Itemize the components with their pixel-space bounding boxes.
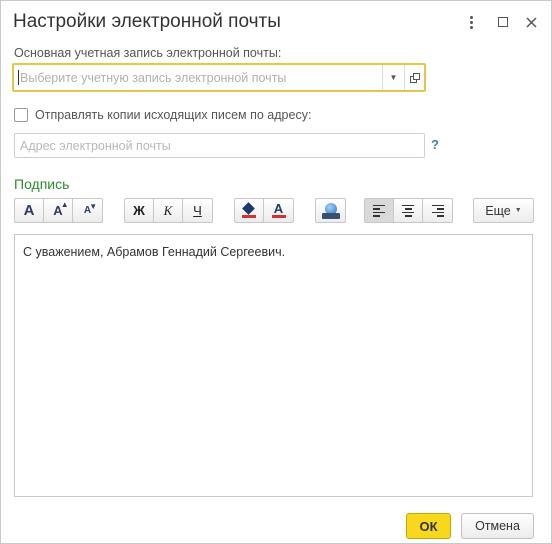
account-placeholder: Выберите учетную запись электронной почт… (20, 71, 287, 85)
dropdown-icon[interactable]: ▼ (382, 65, 404, 90)
align-left-button[interactable] (365, 199, 394, 222)
account-label: Основная учетная запись электронной почт… (14, 46, 282, 60)
help-link[interactable]: ? (431, 137, 439, 152)
cancel-button[interactable]: Отмена (461, 513, 534, 539)
text-color-icon: A (271, 202, 286, 219)
align-center-button[interactable] (394, 199, 423, 222)
bold-button[interactable]: Ж (125, 199, 154, 222)
copy-address-placeholder: Адрес электронной почты (20, 139, 171, 153)
copy-address-field[interactable]: Адрес электронной почты (14, 133, 425, 158)
fill-color-button[interactable] (235, 199, 264, 222)
text-color-button[interactable]: A (264, 199, 293, 222)
align-right-icon (431, 204, 444, 217)
send-copies-checkbox-row[interactable]: Отправлять копии исходящих писем по адре… (14, 108, 311, 122)
more-label: Еще (485, 203, 511, 218)
font-size-group: A A ▲ A ▼ (14, 198, 103, 223)
more-button[interactable]: Еще ▼ (473, 198, 534, 223)
font-style-group: Ж К Ч (124, 198, 213, 223)
signature-section-title: Подпись (14, 176, 70, 192)
close-icon[interactable] (521, 11, 541, 33)
font-large-button[interactable]: A (15, 199, 44, 222)
insert-image-button[interactable] (316, 199, 345, 222)
send-copies-label: Отправлять копии исходящих писем по адре… (35, 108, 312, 122)
fill-color-icon (242, 201, 256, 219)
color-group: A (234, 198, 294, 223)
font-decrease-button[interactable]: A ▼ (73, 199, 102, 222)
align-center-icon (402, 204, 414, 217)
underline-button[interactable]: Ч (183, 199, 212, 222)
dialog-title: Настройки электронной почты (13, 11, 281, 32)
align-left-icon (373, 204, 385, 217)
signature-editor[interactable]: С уважением, Абрамов Геннадий Сергеевич. (14, 234, 533, 497)
dialog-window: Настройки электронной почты Основная уче… (0, 0, 552, 544)
maximize-icon[interactable] (493, 11, 513, 33)
more-vert-icon[interactable] (461, 11, 481, 33)
text-cursor (18, 70, 19, 85)
alignment-group (364, 198, 453, 223)
ok-button[interactable]: ОК (406, 513, 451, 539)
chevron-down-icon: ▼ (514, 207, 522, 214)
insert-image-group (315, 198, 346, 223)
font-increase-button[interactable]: A ▲ (44, 199, 73, 222)
align-right-button[interactable] (423, 199, 452, 222)
open-icon[interactable] (404, 65, 424, 90)
signature-text: С уважением, Абрамов Геннадий Сергеевич. (23, 245, 286, 259)
italic-button[interactable]: К (154, 199, 183, 222)
insert-image-icon (321, 202, 340, 219)
send-copies-checkbox[interactable] (14, 108, 28, 122)
account-select[interactable]: Выберите учетную запись электронной почт… (12, 63, 426, 92)
